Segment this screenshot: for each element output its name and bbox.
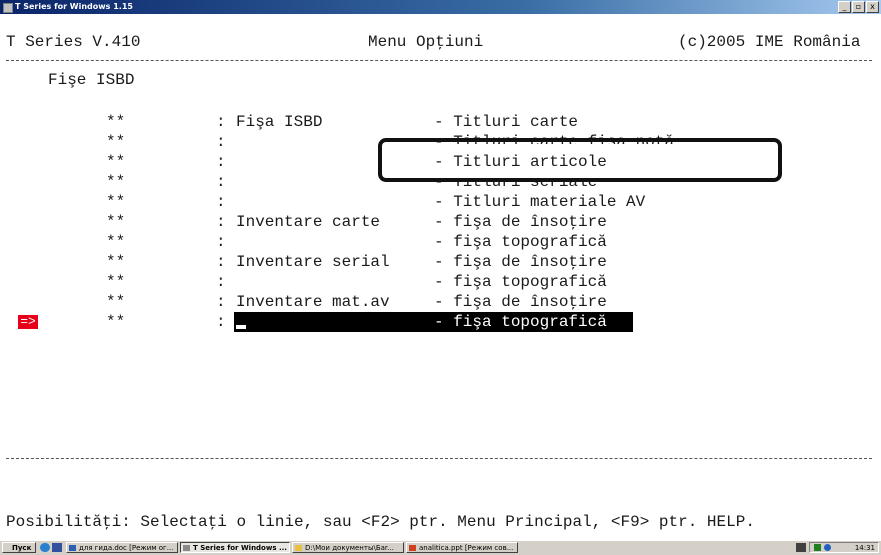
task-label: D:\Мои документы\Бar... [305,544,394,552]
selection-arrow-icon: => [18,315,38,329]
row-marker: ** [106,233,126,251]
row-marker: ** [106,193,126,211]
row-separator: : [216,133,226,151]
annotation-highlight-box [378,138,782,182]
row-option: - fişa topografică [434,273,607,291]
row-marker: ** [106,113,126,131]
row-marker: ** [106,293,126,311]
row-group: Inventare serial [236,253,390,271]
row-marker: ** [106,173,126,191]
row-separator: : [216,173,226,191]
footer-divider [6,458,872,459]
row-separator: : [216,313,226,331]
row-separator: : [216,273,226,291]
clock[interactable]: 14:31 [855,544,875,552]
text-cursor [236,325,246,329]
system-tray: 14:31 [809,542,879,553]
row-separator: : [216,253,226,271]
row-option: - Titluri carte [434,113,579,131]
app-icon [183,545,190,551]
row-group: Fişa ISBD [236,113,323,131]
task-label: T Series for Windows ... [193,544,287,552]
row-marker: ** [106,253,126,271]
app-version: T Series V.410 [6,33,141,51]
row-group: Inventare mat.av [236,293,390,311]
row-marker: ** [106,313,126,331]
browser-icon[interactable] [40,543,50,552]
section-title: Fişe ISBD [48,71,135,89]
row-separator: : [216,113,226,131]
row-separator: : [216,293,226,311]
word-doc-icon [69,545,76,551]
window-title: T Series for Windows 1.15 [15,2,133,11]
taskbar-task[interactable]: analitica.ppt [Режим сов... [406,542,518,553]
menu-title: Menu Opţiuni [368,33,484,51]
app-icon[interactable] [3,3,13,13]
row-separator: : [216,153,226,171]
powerpoint-icon [409,545,416,551]
row-option: - Titluri materiale AV [434,193,646,211]
row-marker: ** [106,273,126,291]
folder-icon [295,545,302,551]
taskbar-task-active[interactable]: T Series for Windows ... [180,542,290,553]
row-option: - fişa de însoţire [434,213,607,231]
copyright: (c)2005 IME România [678,33,861,51]
maximize-button[interactable]: ▫ [852,1,865,13]
window-title-bar[interactable]: T Series for Windows 1.15 _ ▫ x [0,0,881,14]
task-label: для гида.doc [Режим ог... [79,544,174,552]
header-divider [6,60,872,61]
footer-hint: Posibilităţi: Selectaţi o linie, sau <F2… [6,513,755,531]
row-marker: ** [106,133,126,151]
row-group: Inventare carte [236,213,381,231]
row-option: - fişa topografică [434,313,607,331]
minimize-button[interactable]: _ [838,1,851,13]
taskbar-task[interactable]: для гида.doc [Режим ог... [66,542,178,553]
row-separator: : [216,193,226,211]
row-marker: ** [106,213,126,231]
row-separator: : [216,233,226,251]
row-option: - fişa de însoţire [434,253,607,271]
row-option: - fişa de însoţire [434,293,607,311]
volume-icon[interactable] [824,544,831,551]
network-icon[interactable] [814,544,821,551]
taskbar: Пуск для гида.doc [Режим ог... T Series … [0,540,881,555]
row-option: - fişa topografică [434,233,607,251]
desktop-icon[interactable] [52,543,62,552]
start-button[interactable]: Пуск [2,542,36,553]
taskbar-task[interactable]: D:\Мои документы\Бar... [292,542,404,553]
start-label: Пуск [12,544,32,552]
task-label: analitica.ppt [Режим сов... [419,544,514,552]
row-separator: : [216,213,226,231]
row-marker: ** [106,153,126,171]
terminal-screen: T Series V.410 Menu Opţiuni (c)2005 IME … [0,14,881,540]
close-button[interactable]: x [866,1,879,13]
keyboard-layout-icon[interactable] [796,543,806,552]
